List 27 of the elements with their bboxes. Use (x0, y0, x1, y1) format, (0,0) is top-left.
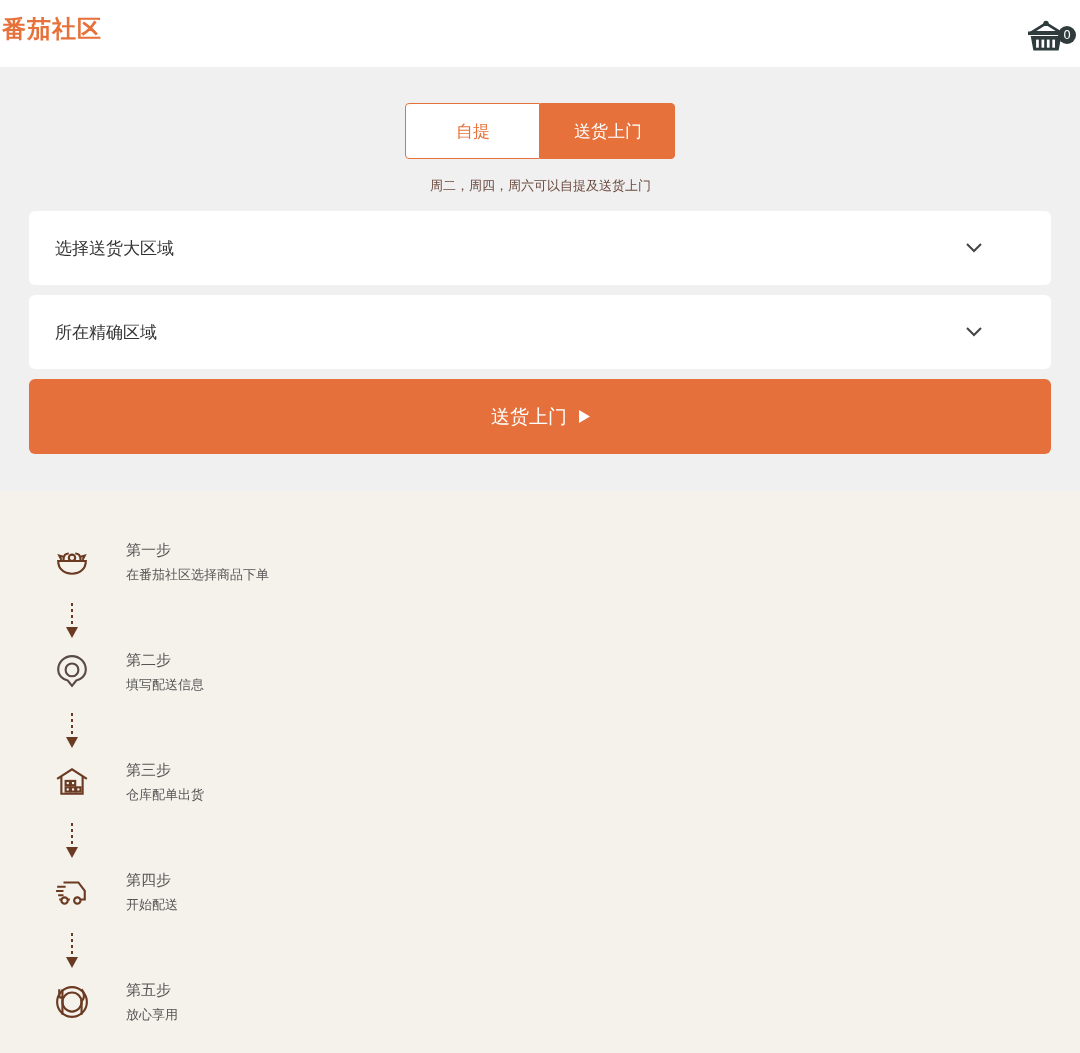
plate-cutlery-icon (55, 985, 89, 1019)
schedule-note: 周二，周四，周六可以自提及送货上门 (429, 177, 651, 195)
step-description: 仓库配单出货 (126, 786, 204, 804)
play-icon (578, 410, 590, 423)
cart-count-badge: 0 (1058, 25, 1076, 44)
dashed-down-arrow (66, 713, 78, 749)
step-description: 放心享用 (126, 1006, 178, 1024)
delivery-mode-tab[interactable]: 送货上门 (540, 103, 675, 159)
chevron-down-icon (965, 242, 983, 254)
chevron-down-icon (965, 326, 983, 338)
area-dropdown[interactable]: 所在精确区域 (29, 295, 1051, 369)
step-description: 开始配送 (126, 896, 178, 914)
brand-logo[interactable]: 番茄社区 (2, 12, 102, 45)
step-description: 填写配送信息 (126, 676, 204, 694)
area-dropdown[interactable]: 选择送货大区域 (29, 211, 1051, 285)
step-title: 第一步 (126, 541, 172, 560)
delivery-mode-tab[interactable]: 自提 (405, 103, 540, 159)
submit-button[interactable]: 送货上门 (29, 379, 1051, 454)
dashed-down-arrow (66, 823, 78, 859)
step-title: 第五步 (126, 981, 172, 1000)
location-pin-icon (55, 655, 89, 689)
step-description: 在番茄社区选择商品下单 (126, 566, 269, 584)
dashed-down-arrow (66, 603, 78, 639)
dashed-down-arrow (66, 933, 78, 969)
step-title: 第四步 (126, 871, 172, 890)
step-title: 第三步 (126, 761, 172, 780)
step-title: 第二步 (126, 651, 172, 670)
